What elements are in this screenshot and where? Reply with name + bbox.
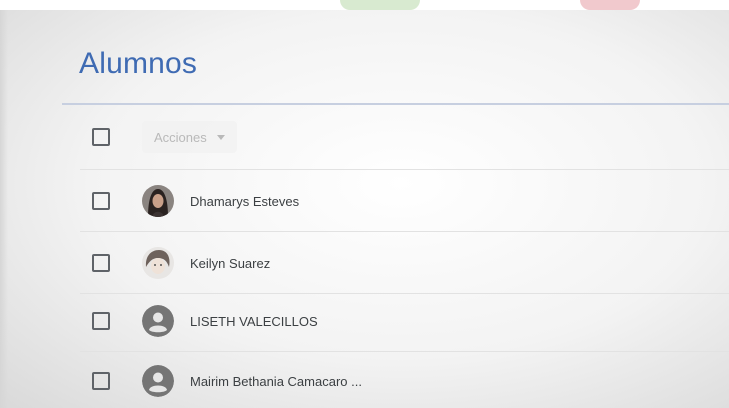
list-header-row: Acciones (62, 107, 729, 167)
row-divider (80, 169, 729, 170)
page-title: Alumnos (79, 47, 198, 80)
left-edge-shadow (0, 10, 8, 408)
select-all-checkbox[interactable] (92, 128, 110, 146)
student-row[interactable]: LISETH VALECILLOS (62, 291, 729, 351)
student-row[interactable]: Keilyn Suarez (62, 233, 729, 293)
title-divider (62, 103, 729, 105)
student-name: LISETH VALECILLOS (190, 313, 318, 329)
caret-down-icon (216, 134, 225, 140)
row-divider (80, 231, 729, 232)
student-name: Mairim Bethania Camacaro ... (190, 373, 362, 389)
default-person-icon (142, 365, 174, 397)
banner-decoration-green (340, 0, 420, 10)
default-person-icon (142, 305, 174, 337)
actions-dropdown-button[interactable]: Acciones (142, 121, 237, 153)
student-checkbox[interactable] (92, 254, 110, 272)
student-checkbox[interactable] (92, 192, 110, 210)
student-row[interactable]: Mairim Bethania Camacaro ... (62, 351, 729, 408)
student-checkbox[interactable] (92, 312, 110, 330)
student-name: Dhamarys Esteves (190, 193, 300, 209)
student-row[interactable]: Dhamarys Esteves (62, 171, 729, 231)
actions-label: Acciones (154, 129, 207, 145)
student-avatar (142, 247, 174, 279)
student-checkbox[interactable] (92, 372, 110, 390)
screen: Alumnos Acciones Dhamarys Esteves Keilyn… (0, 0, 729, 408)
banner-decoration-red (580, 0, 640, 10)
student-avatar (142, 185, 174, 217)
student-name: Keilyn Suarez (190, 255, 271, 271)
